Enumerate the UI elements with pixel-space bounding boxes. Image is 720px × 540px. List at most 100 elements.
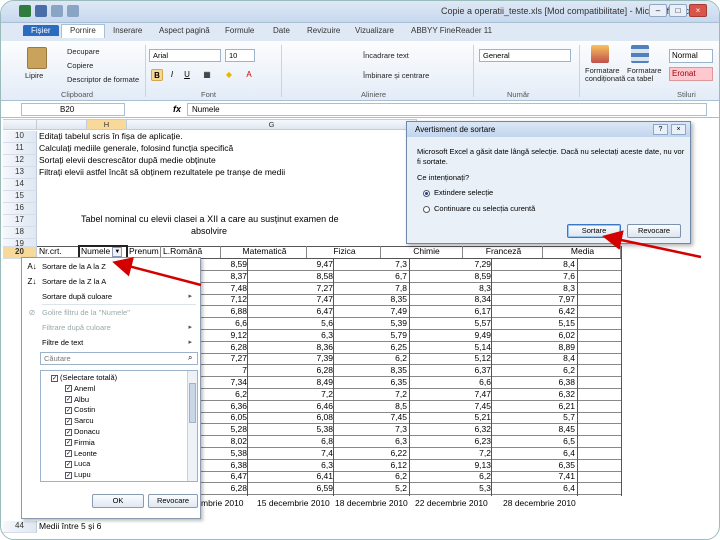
italic-icon[interactable]: I <box>166 69 178 81</box>
conditional-format-button[interactable]: Formatare condiționată <box>585 67 625 83</box>
table-cell[interactable]: 5,39 <box>357 318 407 328</box>
table-cell[interactable]: 8,4 <box>525 353 575 363</box>
filter-list-item[interactable]: ✓ Donacu <box>65 427 100 436</box>
table-cell[interactable]: 5,2 <box>357 483 407 493</box>
style-normal[interactable]: Normal <box>669 49 713 63</box>
table-cell[interactable]: 7,49 <box>357 306 407 316</box>
table-cell[interactable]: 8,4 <box>525 259 575 269</box>
select-all-corner[interactable] <box>3 119 37 130</box>
table-cell[interactable]: 7,27 <box>283 283 333 293</box>
date-cell[interactable]: 28 decembrie 2010 <box>503 498 576 508</box>
table-cell[interactable]: 8,3 <box>441 283 491 293</box>
font-size-select[interactable]: 10 <box>225 49 255 62</box>
table-cell[interactable]: 6,2 <box>441 471 491 481</box>
filter-by-color-item[interactable]: Filtrare după culoare <box>42 323 111 332</box>
cut-button[interactable]: Decupare <box>67 47 100 56</box>
table-cell[interactable]: 6,08 <box>283 412 333 422</box>
table-cell[interactable]: 6,41 <box>283 471 333 481</box>
table-cell[interactable]: 7,39 <box>283 353 333 363</box>
tab-data[interactable]: Date <box>273 26 290 35</box>
conditional-format-icon[interactable] <box>591 45 609 63</box>
table-cell[interactable]: 7,47 <box>283 294 333 304</box>
table-cell[interactable]: 8,37 <box>197 271 247 281</box>
column-header[interactable] <box>37 119 87 130</box>
table-cell[interactable]: 5,7 <box>525 412 575 422</box>
table-cell[interactable]: 6,2 <box>357 353 407 363</box>
table-cell[interactable]: 5,79 <box>357 330 407 340</box>
filter-list-item[interactable]: ✓ Sarcu <box>65 416 94 425</box>
table-cell[interactable]: 8,59 <box>441 271 491 281</box>
table-cell[interactable]: 6,37 <box>441 365 491 375</box>
table-cell[interactable]: 6,3 <box>283 460 333 470</box>
format-table-icon[interactable] <box>631 45 649 63</box>
column-header-h[interactable]: H <box>87 119 127 130</box>
close-button[interactable]: × <box>689 4 707 17</box>
table-cell[interactable]: 9,13 <box>441 460 491 470</box>
table-cell[interactable]: 6,59 <box>283 483 333 493</box>
table-cell[interactable]: 8,49 <box>283 377 333 387</box>
table-cell[interactable]: 6,2 <box>357 471 407 481</box>
table-cell[interactable]: 8,45 <box>525 424 575 434</box>
save-icon[interactable] <box>35 5 47 17</box>
cell-text[interactable]: Sortați elevii descrescător după medie o… <box>39 155 216 165</box>
table-cell[interactable]: 6,4 <box>525 448 575 458</box>
header-franceza[interactable]: Franceză <box>463 246 543 258</box>
tab-abbyy[interactable]: ABBYY FineReader 11 <box>411 26 492 35</box>
number-format-select[interactable]: General <box>479 49 571 62</box>
table-cell[interactable]: 6,3 <box>283 330 333 340</box>
table-cell[interactable]: 6,22 <box>357 448 407 458</box>
continue-selection-radio[interactable]: Continuare cu selecția curentă <box>423 204 535 213</box>
list-scrollbar[interactable] <box>187 371 197 481</box>
table-cell[interactable]: 6,3 <box>357 436 407 446</box>
copy-button[interactable]: Copiere <box>67 61 93 70</box>
row-header[interactable]: 12 <box>3 155 37 167</box>
row-header[interactable]: 44 <box>3 521 37 533</box>
filter-cancel-button[interactable]: Revocare <box>148 494 198 508</box>
tab-view[interactable]: Vizualizare <box>355 26 394 35</box>
borders-icon[interactable]: ▦ <box>201 69 213 81</box>
table-cell[interactable]: 8,89 <box>525 342 575 352</box>
table-cell[interactable]: 7,2 <box>357 389 407 399</box>
table-cell[interactable]: 7,97 <box>525 294 575 304</box>
filter-list-item[interactable]: ✓ Lupu <box>65 470 91 479</box>
table-cell[interactable]: 6,21 <box>525 401 575 411</box>
table-cell[interactable]: 7 <box>197 365 247 375</box>
table-cell[interactable]: 8,36 <box>283 342 333 352</box>
dialog-cancel-button[interactable]: Revocare <box>627 224 681 238</box>
table-cell[interactable]: 8,59 <box>197 259 247 269</box>
font-name-select[interactable]: Arial <box>149 49 221 62</box>
table-cell[interactable]: 7,12 <box>197 294 247 304</box>
table-cell[interactable]: 6,35 <box>357 377 407 387</box>
cell-text[interactable]: Editați tabelul scris în fișa de aplicaț… <box>39 131 183 141</box>
paste-button[interactable]: Lipire <box>25 71 43 80</box>
table-cell[interactable]: 5,28 <box>197 424 247 434</box>
table-cell[interactable]: 6,02 <box>525 330 575 340</box>
header-media[interactable]: Media <box>543 246 621 258</box>
table-cell[interactable]: 6,88 <box>197 306 247 316</box>
row-header[interactable]: 13 <box>3 167 37 179</box>
cell-text[interactable]: Calculați mediile generale, folosind fun… <box>39 143 233 153</box>
tab-home[interactable]: Pornire <box>61 24 105 38</box>
table-cell[interactable]: 9,12 <box>197 330 247 340</box>
table-cell[interactable]: 8,3 <box>525 283 575 293</box>
table-cell[interactable]: 7,27 <box>197 353 247 363</box>
table-cell[interactable]: 6,28 <box>197 342 247 352</box>
header-chimie[interactable]: Chimie <box>381 246 463 258</box>
filter-list-item[interactable]: ✓ Costin <box>65 405 95 414</box>
table-cell[interactable]: 6,23 <box>441 436 491 446</box>
table-cell[interactable]: 7,34 <box>197 377 247 387</box>
table-cell[interactable]: 9,47 <box>283 259 333 269</box>
table-cell[interactable]: 7,48 <box>197 283 247 293</box>
table-cell[interactable]: 6,47 <box>283 306 333 316</box>
merge-center-button[interactable]: Îmbinare și centrare <box>363 71 429 80</box>
table-cell[interactable]: 5,15 <box>525 318 575 328</box>
table-cell[interactable]: 6,2 <box>197 389 247 399</box>
table-cell[interactable]: 7,2 <box>441 448 491 458</box>
formula-input[interactable]: Numele <box>187 103 707 116</box>
table-cell[interactable]: 6,2 <box>525 365 575 375</box>
filter-list-item[interactable]: ✓ Luca <box>65 459 90 468</box>
row-header[interactable]: 15 <box>3 191 37 203</box>
paste-icon[interactable] <box>27 47 47 69</box>
table-cell[interactable]: 7,47 <box>441 389 491 399</box>
table-cell[interactable]: 6,6 <box>197 318 247 328</box>
